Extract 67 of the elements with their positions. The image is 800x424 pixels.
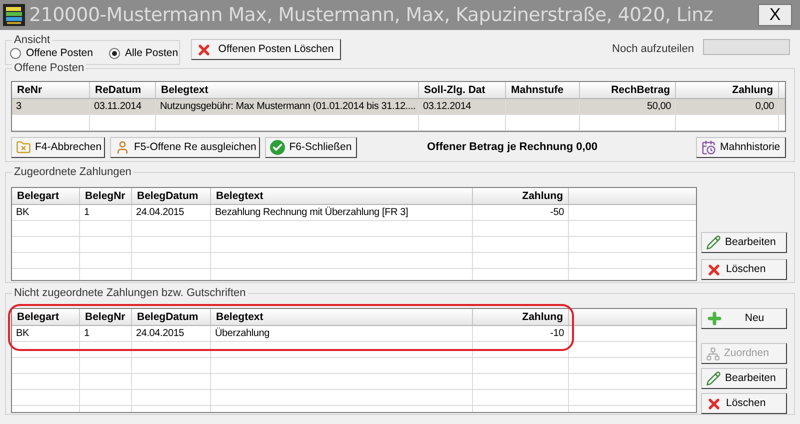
radio-option[interactable]: Offene Posten (10, 46, 93, 62)
column-header[interactable]: BelegNr (80, 309, 132, 325)
table-cell: 1 (84, 328, 90, 339)
table-row[interactable]: BK 1 24.04.2015 Überzahlung -10 (12, 326, 696, 342)
delete-icon (196, 42, 212, 58)
table-cell: -10 (550, 328, 564, 339)
table-cell: 03.11.2014 (94, 101, 142, 112)
toolbar-button[interactable]: Löschen (701, 259, 787, 280)
person-icon (115, 140, 130, 155)
table-cell: 50,00 (646, 101, 671, 112)
open-amount-text: Offener Betrag je Rechnung 0,00 (427, 140, 598, 156)
folder-cancel-icon (16, 140, 31, 155)
toolbar-button[interactable]: Offenen Posten Löschen (191, 39, 341, 60)
toolbar-button[interactable]: Bearbeiten (701, 368, 787, 389)
column-header[interactable]: BelegDatum (132, 309, 211, 325)
table-cell: -50 (550, 207, 564, 218)
column-header[interactable]: Belegtext (211, 188, 473, 204)
table-cell: 03.12.2014 (423, 101, 472, 112)
column-header[interactable]: Zahlung (473, 188, 569, 204)
delete-icon (706, 262, 722, 278)
remaining-field[interactable] (703, 39, 790, 55)
table-cell: 24.04.2015 (136, 207, 184, 218)
assign-icon (706, 346, 720, 360)
remaining-label: Noch aufzuteilen (612, 42, 694, 57)
table-cell: 3 (16, 101, 22, 112)
column-header[interactable]: ReDatum (90, 82, 156, 98)
column-header[interactable]: Belegtext (211, 309, 473, 325)
toolbar-button[interactable]: Neu (701, 308, 787, 329)
table-cell: Nutzungsgebühr: Max Mustermann (01.01.2014 bis 31.12.... (160, 101, 416, 112)
plus-icon (706, 310, 723, 327)
column-header[interactable]: ReNr (12, 82, 90, 98)
toolbar-button[interactable]: F4-Abbrechen (11, 137, 105, 158)
column-header[interactable]: RechBetrag (580, 82, 676, 98)
window-title: 210000-Mustermann Max, Mustermann, Max, Kapuzinerstraße, 4020, Linz (29, 2, 714, 28)
column-header[interactable]: Belegart (12, 309, 80, 325)
edit-icon (706, 235, 721, 250)
column-header[interactable]: Mahnstufe (506, 82, 580, 98)
table-cell: BK (16, 207, 29, 218)
table-cell: Überzahlung (215, 328, 270, 339)
table-row[interactable]: BK 1 24.04.2015 Bezahlung Rechnung mit Überzahlung [FR 3] -50 (12, 205, 696, 221)
check-icon (270, 140, 285, 155)
toolbar-button[interactable]: Löschen (701, 393, 787, 414)
column-header[interactable]: Belegtext (156, 82, 419, 98)
group-label: Nicht zugeordnete Zahlungen bzw. Gutschriften (12, 286, 248, 300)
delete-icon (706, 396, 722, 412)
table-cell: BK (16, 328, 29, 339)
edit-icon (706, 371, 721, 386)
calendar-clock-icon (701, 140, 716, 155)
column-header[interactable]: Zahlung (473, 309, 569, 325)
column-header[interactable]: Belegart (12, 188, 80, 204)
column-header[interactable]: Soll-Zlg. Dat (419, 82, 506, 98)
column-header[interactable]: BelegNr (80, 188, 132, 204)
table-cell: 0,00 (755, 101, 774, 112)
app-icon (3, 4, 25, 26)
table-row[interactable]: 3 03.11.2014 Nutzungsgebühr: Max Mustermann (01.01.2014 bis 31.12.... 03.12.2014 50,00 0,00 (12, 99, 785, 115)
toolbar-button[interactable]: Mahnhistorie (696, 137, 786, 158)
radio-option[interactable]: Alle Posten (108, 46, 178, 62)
column-header[interactable]: Zahlung (676, 82, 779, 98)
table-cell: Bezahlung Rechnung mit Überzahlung [FR 3] (215, 207, 408, 218)
table-cell: 24.04.2015 (136, 328, 184, 339)
toolbar-button[interactable]: F6-Schließen (265, 137, 357, 158)
close-button[interactable]: X (758, 4, 792, 26)
group-label: Zugeordnete Zahlungen (12, 165, 134, 179)
column-header[interactable]: BelegDatum (132, 188, 211, 204)
toolbar-button[interactable]: F5-Offene Re ausgleichen (110, 137, 260, 158)
toolbar-button[interactable]: Bearbeiten (701, 232, 787, 253)
table-cell: 1 (84, 207, 90, 218)
